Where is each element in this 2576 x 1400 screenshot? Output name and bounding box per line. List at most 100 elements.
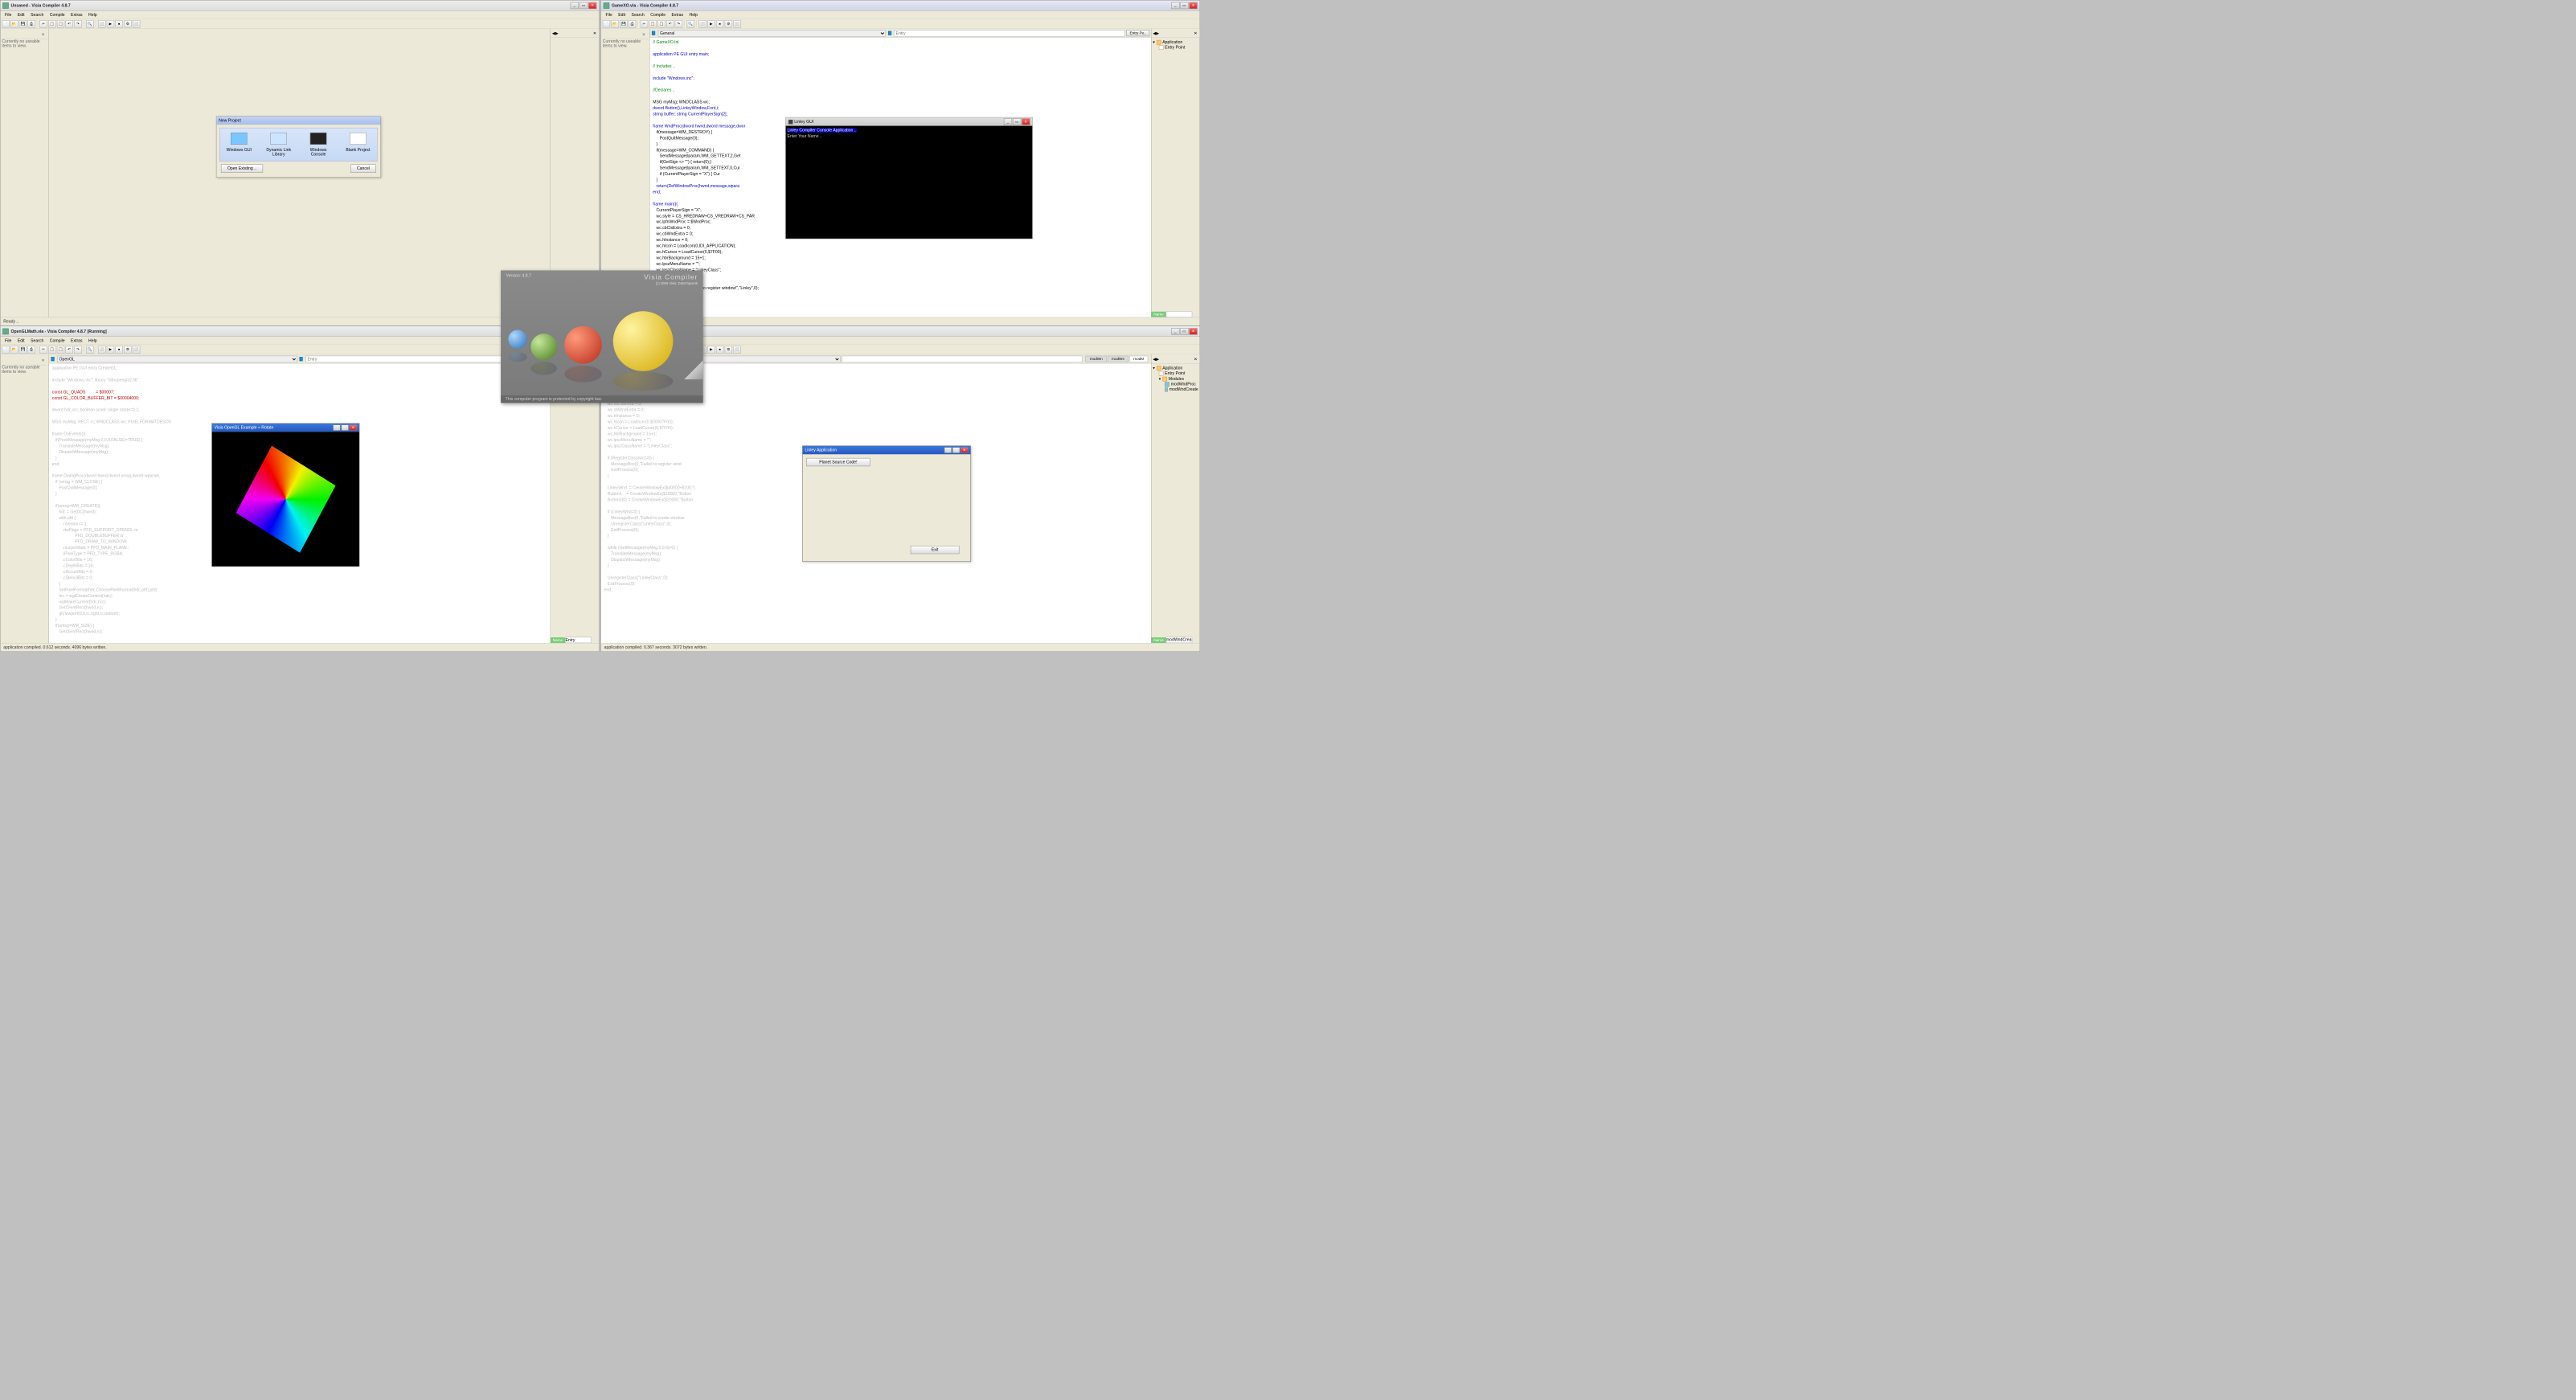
toolbar-button[interactable]: 📋 [57,346,64,353]
linley-titlebar[interactable]: Linley Application _ ▭ ✕ [803,446,971,454]
toolbar-button[interactable]: ↷ [74,20,81,27]
menu-file[interactable]: File [2,338,14,343]
close-button[interactable]: ✕ [1022,118,1030,125]
editor-tab[interactable]: modM [1129,356,1148,362]
menu-edit[interactable]: Edit [14,12,27,18]
toolbar-button[interactable]: 📂 [10,346,18,353]
toolbar-button[interactable]: 📄 [2,20,9,27]
project-type-item[interactable]: Windows GUI [223,133,255,157]
entry-input[interactable] [842,355,1082,362]
panel-close-icon[interactable]: ✕ [641,32,647,37]
toolbar-button[interactable]: ⏹ [716,346,723,353]
toolbar-button[interactable]: 🔍 [86,346,93,353]
menu-compile[interactable]: Compile [648,12,669,18]
name-tab[interactable]: Name [551,637,565,643]
toolbar-button[interactable]: 🔍 [86,20,93,27]
toolbar-button[interactable]: ↶ [66,346,73,353]
console-body[interactable]: Linley Compiler Console Application .. E… [786,126,1033,239]
menu-search[interactable]: Search [27,338,47,343]
toolbar-button[interactable]: ⏹ [716,20,723,27]
toolbar-button[interactable]: ⎙ [27,20,35,27]
toolbar-button[interactable]: ↷ [675,20,682,27]
toolbar-button[interactable]: ▶ [107,346,114,353]
titlebar[interactable]: GameXO.vla - Visia Compiler 4.8.7 _ ▭ ✕ [601,0,1200,10]
toolbar-button[interactable]: 📋 [48,346,55,353]
open-existing-button[interactable]: Open Existing .. [221,165,263,173]
exit-button[interactable]: Exit [911,546,960,554]
minimize-button[interactable]: _ [944,447,952,452]
close-button[interactable]: ✕ [1190,2,1198,9]
toolbar-button[interactable]: 📄 [2,346,9,353]
toolbar-button[interactable]: ▶ [707,346,715,353]
toolbar-button[interactable]: ⚙ [725,20,732,27]
project-type-item[interactable]: Windows Console [302,133,334,157]
menu-extras[interactable]: Extras [68,12,85,18]
toolbar-button[interactable]: ⚙ [124,20,131,27]
entry-po-button[interactable]: Entry Po.. [1126,30,1149,36]
toolbar-button[interactable]: ⚙ [124,346,131,353]
toolbar-button[interactable]: 📄 [603,20,610,27]
panel-close-icon[interactable]: ✕ [40,358,46,362]
close-button[interactable]: ✕ [588,2,596,9]
menu-compile[interactable]: Compile [47,12,68,18]
maximize-button[interactable]: ▭ [1180,328,1188,334]
menu-extras[interactable]: Extras [669,12,686,18]
toolbar-button[interactable]: 📋 [657,20,665,27]
toolbar-button[interactable]: ▶ [707,20,715,27]
panel-close-icon[interactable]: ✕ [1193,31,1198,35]
tree-item[interactable]: modWndCreate [1153,387,1198,392]
opengl-titlebar[interactable]: Visia OpenGL Example » Rotate _ ▭ ✕ [212,424,359,432]
toolbar-button[interactable]: 📋 [649,20,657,27]
toolbar-button[interactable]: ⎙ [629,20,636,27]
minimize-button[interactable]: _ [1004,118,1012,125]
toolbar-button[interactable]: ⬜ [98,346,105,353]
toolbar-button[interactable]: ✂ [641,20,648,27]
menu-help[interactable]: Help [85,338,100,343]
dialog-title[interactable]: New Project [216,117,380,125]
menu-compile[interactable]: Compile [47,338,68,343]
editor-tab[interactable]: modWn [1108,356,1128,362]
tree-root[interactable]: ▾Application [1153,39,1198,45]
toolbar-button[interactable]: 🔍 [687,20,694,27]
toolbar-button[interactable]: 💾 [620,20,627,27]
editor-tab[interactable]: modWn [1086,356,1107,362]
toolbar-button[interactable]: 📋 [48,20,55,27]
menu-file[interactable]: File [603,12,616,18]
toolbar-button[interactable]: ⎙ [27,346,35,353]
maximize-button[interactable]: ▭ [579,2,588,9]
toolbar-button[interactable]: ✂ [39,346,47,353]
tree-item[interactable]: ▾Modules [1153,376,1198,382]
menu-extras[interactable]: Extras [68,338,85,343]
close-button[interactable]: ✕ [350,424,357,430]
maximize-button[interactable]: ▭ [342,424,349,430]
scope-dropdown[interactable]: OpenGL [57,355,297,362]
maximize-button[interactable]: ▭ [952,447,960,452]
toolbar-button[interactable]: ⏹ [116,346,123,353]
arrow-right-icon[interactable]: ▶ [1156,357,1159,362]
tree-item[interactable]: Entry Point [1153,45,1198,51]
close-button[interactable]: ✕ [960,447,968,452]
minimize-button[interactable]: _ [1171,2,1179,9]
tree-root[interactable]: ▾Application [1153,365,1198,370]
name-tab[interactable]: Name [1151,312,1165,317]
console-titlebar[interactable]: ⬛ Linley GUI _ ▭ ✕ [786,117,1033,125]
menu-search[interactable]: Search [27,12,47,18]
menu-search[interactable]: Search [629,12,648,18]
toolbar-button[interactable]: ↷ [74,346,81,353]
menu-help[interactable]: Help [686,12,701,18]
toolbar-button[interactable]: ⏹ [116,20,123,27]
toolbar-button[interactable]: 📋 [57,20,64,27]
toolbar-button[interactable]: ⬜ [733,20,740,27]
panel-close-icon[interactable]: ✕ [1193,357,1198,362]
entry-input[interactable] [894,30,1124,36]
toolbar-button[interactable]: ⬜ [98,20,105,27]
minimize-button[interactable]: _ [1171,328,1179,334]
arrow-right-icon[interactable]: ▶ [1156,31,1159,35]
minimize-button[interactable]: _ [333,424,340,430]
toolbar-button[interactable]: ✂ [39,20,47,27]
toolbar-button[interactable]: ↶ [666,20,674,27]
toolbar-button[interactable]: ⚙ [725,346,732,353]
minimize-button[interactable]: _ [571,2,579,9]
name-input[interactable] [1166,637,1193,643]
planet-source-button[interactable]: Planet Source Code! [806,458,870,466]
